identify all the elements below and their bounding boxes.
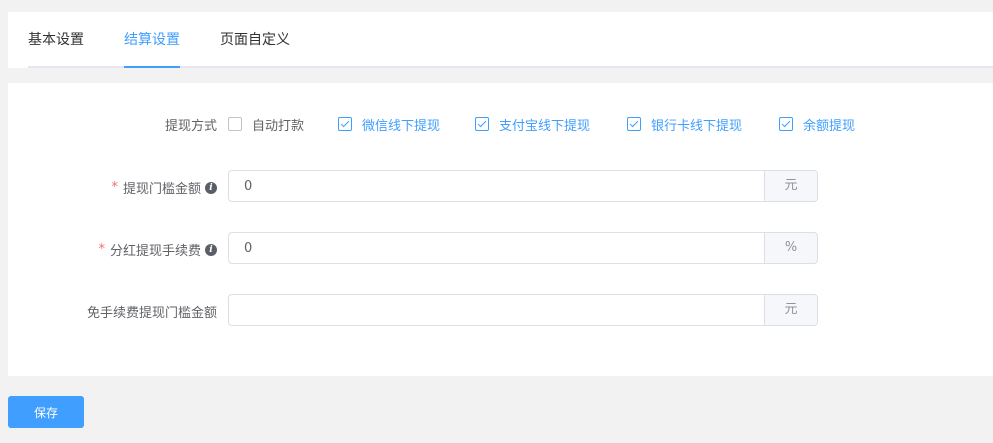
fee-input-group: % <box>228 232 818 264</box>
active-tab-indicator <box>124 66 180 68</box>
save-button[interactable]: 保存 <box>8 396 84 428</box>
tab-basic-settings[interactable]: 基本设置 <box>28 12 84 68</box>
tab-page-customization[interactable]: 页面自定义 <box>220 12 290 68</box>
checkbox-box[interactable] <box>338 117 352 131</box>
info-icon[interactable]: i <box>205 181 217 194</box>
checkbox-wechat-offline[interactable]: 微信线下提现 <box>338 115 440 134</box>
threshold-input-group: 元 <box>228 170 818 202</box>
fee-input[interactable] <box>228 232 764 264</box>
threshold-unit: 元 <box>764 170 818 202</box>
required-asterisk: * <box>111 180 118 195</box>
info-icon[interactable]: i <box>205 243 217 256</box>
tab-settlement-settings[interactable]: 结算设置 <box>124 12 180 68</box>
fee-free-input-group: 元 <box>228 294 818 326</box>
fee-label: * 分红提现手续费 i <box>98 240 217 259</box>
checkbox-auto-payout[interactable]: 自动打款 <box>228 115 304 134</box>
tabs-bar: 基本设置 结算设置 页面自定义 <box>8 12 993 68</box>
withdraw-method-row: 提现方式 自动打款 微信线下提现 支付宝线下提现 银行卡线下提现 余额提现 <box>8 115 993 134</box>
threshold-input[interactable] <box>228 170 764 202</box>
fee-free-unit: 元 <box>764 294 818 326</box>
fee-free-label: 免手续费提现门槛金额 <box>86 306 217 321</box>
threshold-label: * 提现门槛金额 i <box>111 178 217 197</box>
fee-unit: % <box>764 232 818 264</box>
checkbox-box[interactable] <box>475 117 489 131</box>
threshold-row: * 提现门槛金额 i 元 <box>8 170 993 202</box>
settlement-form: 提现方式 自动打款 微信线下提现 支付宝线下提现 银行卡线下提现 余额提现 * … <box>8 83 993 376</box>
checkbox-box[interactable] <box>627 117 641 131</box>
fee-free-row: 免手续费提现门槛金额 元 <box>8 294 993 326</box>
checkbox-bank-offline[interactable]: 银行卡线下提现 <box>627 115 742 134</box>
required-asterisk: * <box>98 242 105 257</box>
checkbox-box[interactable] <box>228 117 242 131</box>
checkbox-balance[interactable]: 余额提现 <box>779 115 855 134</box>
fee-free-input[interactable] <box>228 294 764 326</box>
withdraw-method-label: 提现方式 <box>164 118 217 134</box>
checkbox-alipay-offline[interactable]: 支付宝线下提现 <box>475 115 590 134</box>
fee-row: * 分红提现手续费 i % <box>8 232 993 264</box>
checkbox-box[interactable] <box>779 117 793 131</box>
